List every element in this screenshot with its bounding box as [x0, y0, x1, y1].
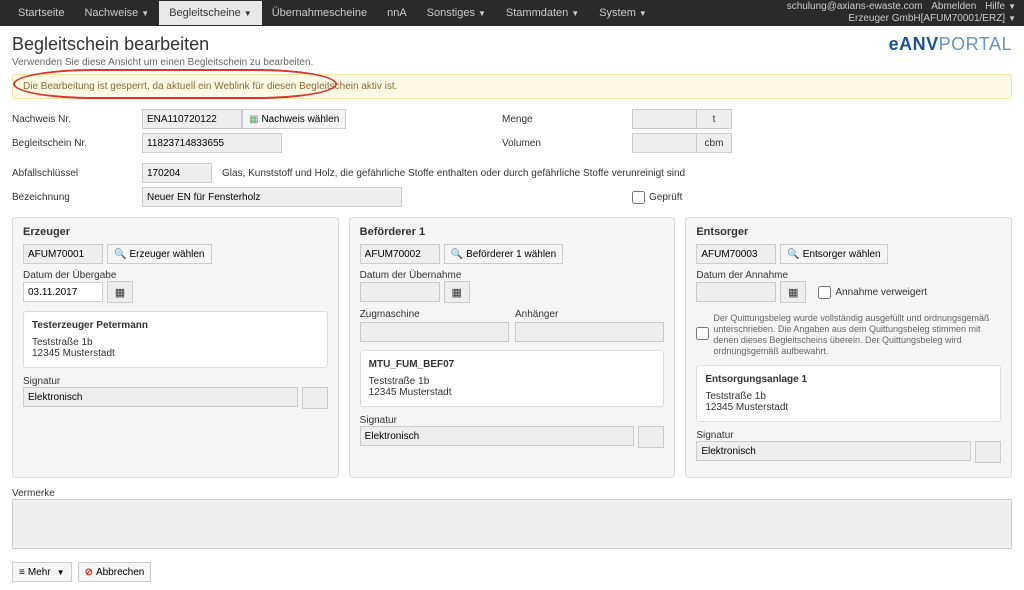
quittung-checkbox[interactable]: [696, 327, 709, 340]
befoerderer-title: Beförderer 1: [360, 226, 665, 238]
entsorger-title: Entsorger: [696, 226, 1001, 238]
list-icon: ≡: [19, 567, 25, 578]
menge-input[interactable]: [632, 109, 697, 129]
cancel-icon: ⊘: [85, 567, 93, 578]
anhaenger-label: Anhänger: [515, 309, 664, 320]
abfall-description: Glas, Kunststoff und Holz, die gefährlic…: [222, 168, 732, 179]
abbrechen-button[interactable]: ⊘ Abbrechen: [78, 562, 152, 582]
unit-t: t: [697, 109, 732, 129]
erzeuger-date-input[interactable]: [23, 282, 103, 302]
label-bezeichnung: Bezeichnung: [12, 192, 132, 203]
befoerderer-sig-button[interactable]: [638, 426, 664, 448]
befoerderer-waehlen-button[interactable]: 🔍Beförderer 1 wählen: [444, 244, 564, 264]
label-menge: Menge: [502, 114, 622, 125]
annahme-verweigert-checkbox[interactable]: [818, 286, 831, 299]
annahme-verweigert-label: Annahme verweigert: [835, 287, 927, 298]
volumen-input[interactable]: [632, 133, 697, 153]
befoerderer-date-label: Datum der Übernahme: [360, 270, 665, 281]
locked-alert: Die Bearbeitung ist gesperrt, da aktuell…: [12, 74, 1012, 99]
entsorger-id-input[interactable]: [696, 244, 776, 264]
entsorger-panel: Entsorger 🔍Entsorger wählen Datum der An…: [685, 217, 1012, 478]
calendar-icon[interactable]: ▦: [780, 281, 806, 303]
erzeuger-title: Erzeuger: [23, 226, 328, 238]
nav-stammdaten[interactable]: Stammdaten▼: [496, 1, 589, 25]
entsorger-sig-label: Signatur: [696, 430, 1001, 441]
document-icon: ▦: [249, 114, 258, 125]
entsorger-address: Entsorgungsanlage 1 Teststraße 1b 12345 …: [696, 365, 1001, 422]
befoerderer-address: MTU_FUM_BEF07 Teststraße 1b 12345 Muster…: [360, 350, 665, 407]
erzeuger-address: Testerzeuger Petermann Teststraße 1b 123…: [23, 311, 328, 368]
topbar-user-area: schulung@axians-ewaste.com Abmelden Hilf…: [781, 1, 1016, 25]
nav-nachweise[interactable]: Nachweise▼: [74, 1, 159, 25]
entsorger-sig-input[interactable]: [696, 441, 971, 461]
befoerderer-sig-input[interactable]: [360, 426, 635, 446]
label-geprueft: Geprüft: [649, 192, 682, 203]
erzeuger-panel: Erzeuger 🔍Erzeuger wählen Datum der Über…: [12, 217, 339, 478]
label-abfallschluessel: Abfallschlüssel: [12, 168, 132, 179]
nav-uebernahmescheine[interactable]: Übernahmescheine: [262, 1, 377, 25]
abfallschluessel-input[interactable]: [142, 163, 212, 183]
erzeuger-id-input[interactable]: [23, 244, 103, 264]
nav-system[interactable]: System▼: [589, 1, 657, 25]
mehr-button[interactable]: ≡ Mehr ▼: [12, 562, 72, 582]
nav-begleitscheine[interactable]: Begleitscheine▼: [159, 1, 261, 25]
quittung-text: Der Quittungsbeleg wurde vollständig aus…: [713, 313, 1001, 357]
brand-logo: eANVPORTAL: [889, 34, 1012, 55]
unit-cbm: cbm: [697, 133, 732, 153]
page-title: Begleitschein bearbeiten: [12, 34, 313, 55]
entsorger-date-input[interactable]: [696, 282, 776, 302]
main-nav: Startseite Nachweise▼ Begleitscheine▼ Üb…: [8, 1, 657, 25]
erzeuger-sig-label: Signatur: [23, 376, 328, 387]
nachweis-waehlen-button[interactable]: ▦Nachweis wählen: [242, 109, 346, 129]
begleitschein-nr-input[interactable]: [142, 133, 282, 153]
erzeuger-sig-button[interactable]: [302, 387, 328, 409]
entsorger-waehlen-button[interactable]: 🔍Entsorger wählen: [780, 244, 887, 264]
nav-startseite[interactable]: Startseite: [8, 1, 74, 25]
org-switcher[interactable]: Erzeuger GmbH[AFUM70001/ERZ]: [848, 13, 1005, 24]
label-volumen: Volumen: [502, 138, 622, 149]
help-link[interactable]: Hilfe: [985, 1, 1005, 12]
befoerderer-id-input[interactable]: [360, 244, 440, 264]
befoerderer-panel: Beförderer 1 🔍Beförderer 1 wählen Datum …: [349, 217, 676, 478]
search-icon: 🔍: [787, 249, 799, 260]
bezeichnung-input[interactable]: [142, 187, 402, 207]
top-navbar: Startseite Nachweise▼ Begleitscheine▼ Üb…: [0, 0, 1024, 26]
nav-nna[interactable]: nnA: [377, 1, 417, 25]
label-nachweis-nr: Nachweis Nr.: [12, 114, 132, 125]
page-subtitle: Verwenden Sie diese Ansicht um einen Beg…: [12, 57, 313, 68]
entsorger-sig-button[interactable]: [975, 441, 1001, 463]
erzeuger-sig-input[interactable]: [23, 387, 298, 407]
befoerderer-date-input[interactable]: [360, 282, 440, 302]
calendar-icon[interactable]: ▦: [444, 281, 470, 303]
nav-sonstiges[interactable]: Sonstiges▼: [417, 1, 496, 25]
label-begleitschein-nr: Begleitschein Nr.: [12, 138, 132, 149]
zugmaschine-label: Zugmaschine: [360, 309, 509, 320]
logout-link[interactable]: Abmelden: [931, 1, 976, 12]
erzeuger-date-label: Datum der Übergabe: [23, 270, 328, 281]
vermerke-textarea[interactable]: [12, 499, 1012, 549]
calendar-icon[interactable]: ▦: [107, 281, 133, 303]
befoerderer-sig-label: Signatur: [360, 415, 665, 426]
geprueft-checkbox[interactable]: [632, 191, 645, 204]
user-email[interactable]: schulung@axians-ewaste.com: [787, 1, 923, 12]
entsorger-date-label: Datum der Annahme: [696, 270, 1001, 281]
zugmaschine-input[interactable]: [360, 322, 509, 342]
search-icon: 🔍: [451, 249, 463, 260]
vermerke-label: Vermerke: [12, 488, 1012, 499]
anhaenger-input[interactable]: [515, 322, 664, 342]
search-icon: 🔍: [114, 249, 126, 260]
nachweis-nr-input[interactable]: [142, 109, 242, 129]
erzeuger-waehlen-button[interactable]: 🔍Erzeuger wählen: [107, 244, 212, 264]
